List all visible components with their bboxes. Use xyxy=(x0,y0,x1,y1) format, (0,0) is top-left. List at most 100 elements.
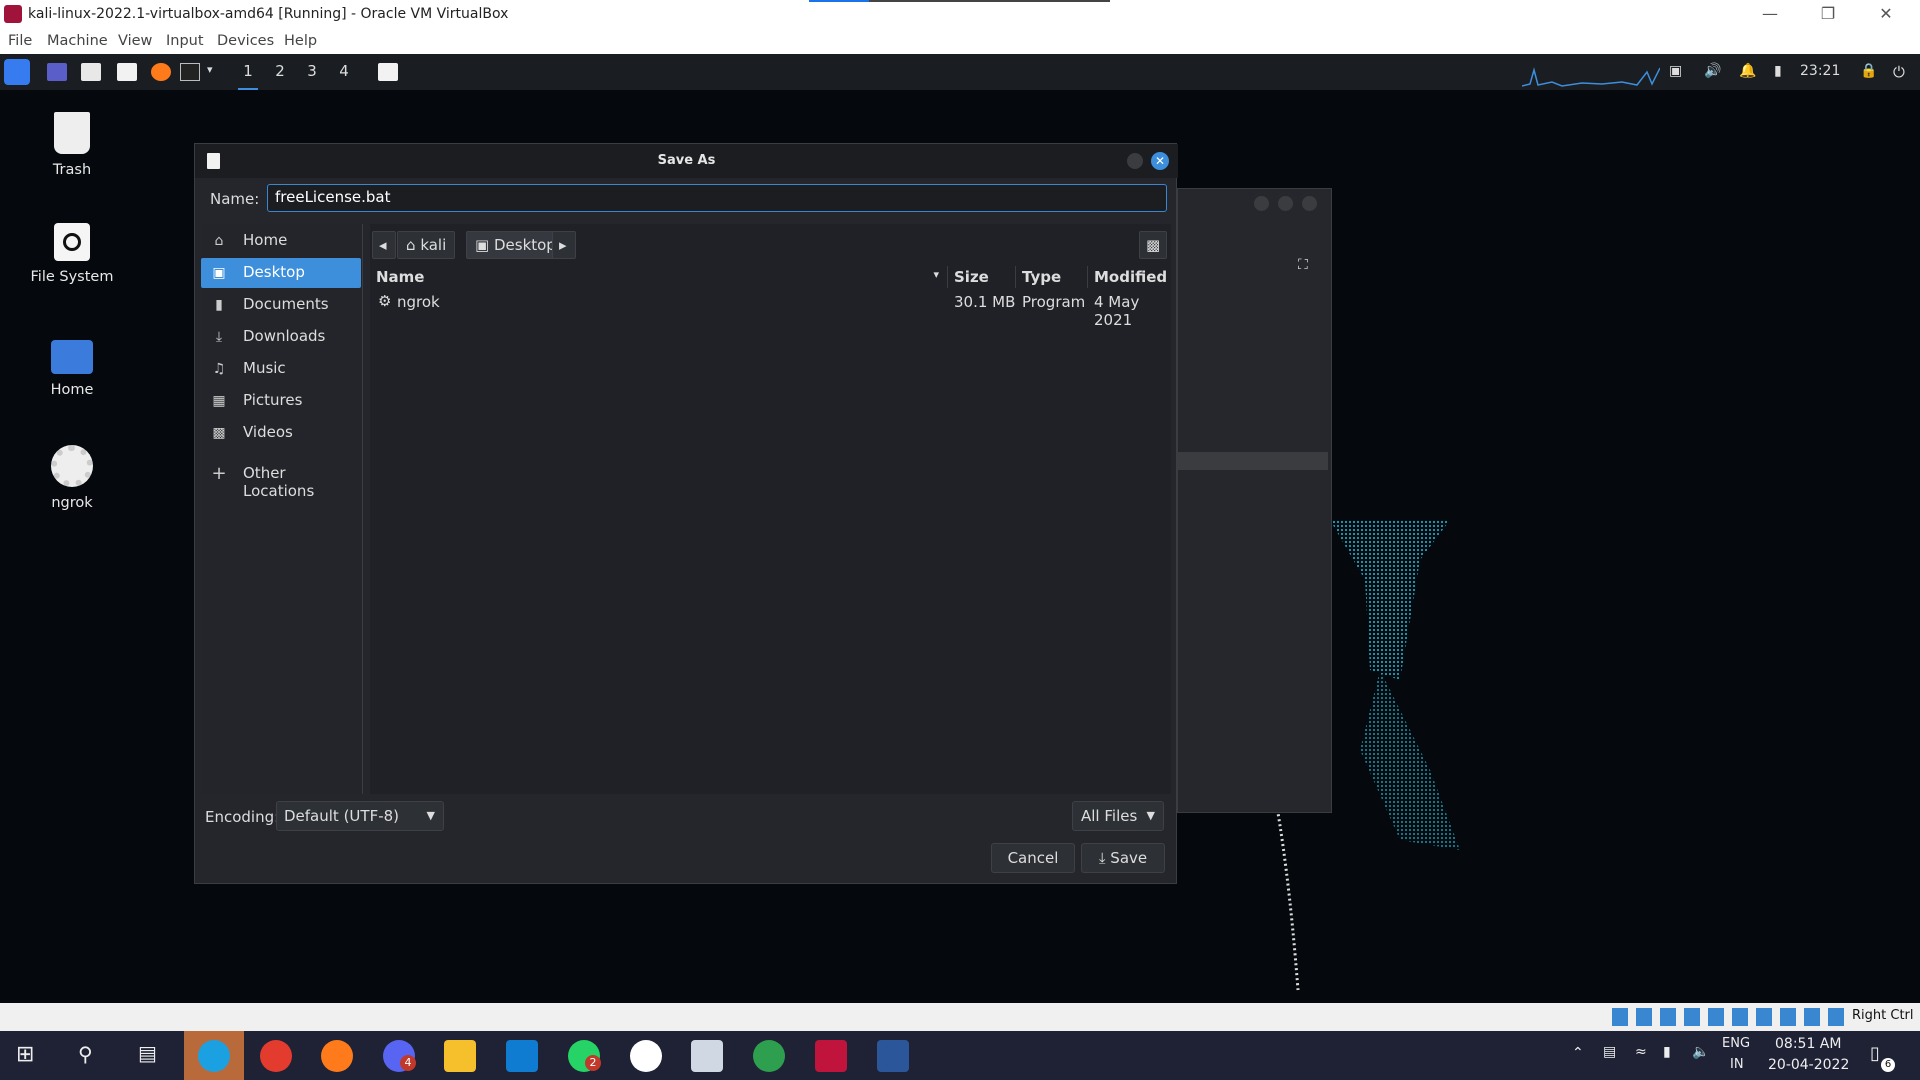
sidebar-item-home[interactable]: ⌂ Home xyxy=(201,226,361,256)
region-indicator[interactable]: IN xyxy=(1730,1057,1744,1072)
workspace-4[interactable]: 4 xyxy=(334,62,354,80)
volume-icon[interactable]: 🔊 xyxy=(1704,63,1724,81)
new-folder-button[interactable]: ▩ xyxy=(1139,231,1167,259)
close-window-button[interactable]: ✕ xyxy=(1858,0,1914,30)
filename-input[interactable]: freeLicense.bat xyxy=(267,184,1167,212)
menu-machine[interactable]: Machine xyxy=(47,33,108,49)
text-editor-icon[interactable] xyxy=(117,63,137,81)
cancel-button[interactable]: Cancel xyxy=(991,843,1075,873)
column-header-modified[interactable]: Modified xyxy=(1088,266,1171,288)
vbox-vm-icon[interactable] xyxy=(815,1040,847,1072)
sidebar-item-other-locations[interactable]: + Other Locations xyxy=(201,459,361,500)
chrome-profile-icon[interactable] xyxy=(753,1040,785,1072)
column-header-size[interactable]: Size xyxy=(948,266,1016,288)
chrome-icon[interactable] xyxy=(260,1040,292,1072)
column-header-type[interactable]: Type xyxy=(1016,266,1088,288)
word-icon[interactable] xyxy=(877,1040,909,1072)
file-filter-dropdown[interactable]: All Files ▼ xyxy=(1072,801,1164,831)
taskbar-date[interactable]: 20-04-2022 xyxy=(1768,1057,1849,1073)
vbox-device-icons[interactable] xyxy=(1612,1008,1852,1026)
desktop-icon-ngrok[interactable]: ngrok xyxy=(17,445,127,511)
background-window: ⛶ xyxy=(1177,188,1332,813)
search-icon[interactable]: ⚲ xyxy=(78,1042,93,1066)
encoding-dropdown[interactable]: Default (UTF-8) ▼ xyxy=(276,801,444,831)
notification-bell-icon[interactable]: 🔔 xyxy=(1739,63,1759,81)
discord-badge: 4 xyxy=(400,1055,416,1071)
file-explorer-icon[interactable] xyxy=(444,1040,476,1072)
home-icon: ⌂ xyxy=(214,233,224,249)
file-size: 30.1 MB xyxy=(954,293,1016,311)
sidebar-item-documents[interactable]: ▮ Documents xyxy=(201,290,361,320)
vscode-icon[interactable] xyxy=(506,1040,538,1072)
fullscreen-icon[interactable]: ⛶ xyxy=(1298,257,1308,273)
taskbar-time[interactable]: 08:51 AM xyxy=(1775,1036,1841,1052)
panel-clock[interactable]: 23:21 xyxy=(1800,63,1840,79)
chevron-down-icon: ▼ xyxy=(1146,809,1155,822)
editor-task-icon[interactable] xyxy=(378,63,398,81)
close-dialog-button[interactable]: ✕ xyxy=(1151,152,1169,170)
edge-icon[interactable] xyxy=(198,1040,230,1072)
vbox-menubar: File Machine View Input Devices Help xyxy=(0,30,1920,54)
minimize-dialog-button[interactable] xyxy=(1127,153,1143,169)
menu-view[interactable]: View xyxy=(118,33,152,49)
chevron-up-icon[interactable]: ⌃ xyxy=(1572,1045,1584,1061)
workspace-1[interactable]: 1 xyxy=(238,62,258,90)
video-icon: ▩ xyxy=(212,425,226,441)
virtualbox-icon[interactable] xyxy=(691,1040,723,1072)
breadcrumb-back-button[interactable]: ◂ xyxy=(372,231,396,259)
menu-help[interactable]: Help xyxy=(284,33,317,49)
save-as-dialog: Save As ✕ Name: freeLicense.bat ⌂ Home ▣… xyxy=(194,143,1178,884)
firefox-icon[interactable] xyxy=(151,63,171,81)
sidebar-item-downloads[interactable]: ⤓ Downloads xyxy=(201,322,361,352)
chevron-down-icon: ▼ xyxy=(426,809,435,822)
battery-icon[interactable]: ▮ xyxy=(1663,1044,1671,1060)
sidebar-item-videos[interactable]: ▩ Videos xyxy=(201,418,361,448)
terminal-icon[interactable] xyxy=(180,63,200,81)
file-manager-icon[interactable] xyxy=(81,63,101,81)
restore-button[interactable]: ❐ xyxy=(1800,0,1856,30)
breadcrumb-forward-button[interactable]: ▸ xyxy=(552,231,576,259)
sidebar-item-desktop[interactable]: ▣ Desktop xyxy=(201,258,361,288)
minimize-button[interactable]: — xyxy=(1742,0,1798,30)
task-view-icon[interactable]: ▤ xyxy=(138,1041,157,1065)
language-indicator[interactable]: ENG xyxy=(1722,1036,1750,1051)
volume-icon[interactable]: 🔈 xyxy=(1692,1044,1709,1060)
chevron-down-icon[interactable]: ▾ xyxy=(207,63,217,81)
file-name: ngrok xyxy=(397,293,440,311)
menu-devices[interactable]: Devices xyxy=(217,33,274,49)
file-type: Program xyxy=(1022,293,1086,311)
places-sidebar: ⌂ Home ▣ Desktop ▮ Documents ⤓ Downloads… xyxy=(201,224,363,794)
window-title: kali-linux-2022.1-virtualbox-amd64 [Runn… xyxy=(28,6,509,22)
desktop-icon-trash[interactable]: Trash xyxy=(17,112,127,178)
show-desktop-icon[interactable] xyxy=(47,63,67,81)
windows-start-icon[interactable]: ⊞ xyxy=(16,1042,34,1067)
file-row[interactable]: ⚙ ngrok 30.1 MB Program 4 May 2021 xyxy=(370,290,1171,329)
notification-center-icon[interactable]: ▯ xyxy=(1870,1043,1880,1064)
menu-input[interactable]: Input xyxy=(166,33,204,49)
plus-icon: + xyxy=(211,463,227,484)
camera-icon[interactable]: ▤ xyxy=(1603,1044,1616,1060)
host-key-label: Right Ctrl xyxy=(1852,1008,1914,1023)
workspace-2[interactable]: 2 xyxy=(270,62,290,80)
trash-icon xyxy=(54,112,90,154)
save-button[interactable]: ⤓ Save xyxy=(1081,843,1165,873)
desktop-icon-home[interactable]: Home xyxy=(17,334,127,398)
power-icon[interactable]: ⏻ xyxy=(1893,63,1913,81)
desktop-icon-filesystem[interactable]: File System xyxy=(17,223,127,285)
firefox-icon[interactable] xyxy=(321,1040,353,1072)
menu-file[interactable]: File xyxy=(8,33,32,49)
battery-icon: ▮ xyxy=(1774,63,1782,79)
breadcrumb-kali[interactable]: ⌂ kali xyxy=(397,231,456,259)
breadcrumb-desktop[interactable]: ▣ Desktop xyxy=(466,231,565,259)
kali-menu-icon[interactable] xyxy=(4,59,30,85)
home-icon: ⌂ xyxy=(406,236,416,254)
workspace-3[interactable]: 3 xyxy=(302,62,322,80)
column-header-name[interactable]: Name ▾ xyxy=(370,266,948,288)
word-web-icon[interactable] xyxy=(630,1040,662,1072)
dialog-title: Save As xyxy=(657,153,716,168)
sidebar-item-music[interactable]: ♫ Music xyxy=(201,354,361,384)
display-icon[interactable]: ▣ xyxy=(1669,63,1689,81)
lock-icon[interactable]: 🔒 xyxy=(1860,63,1880,81)
sidebar-item-pictures[interactable]: ▦ Pictures xyxy=(201,386,361,416)
wifi-icon[interactable]: ≈ xyxy=(1635,1044,1647,1060)
